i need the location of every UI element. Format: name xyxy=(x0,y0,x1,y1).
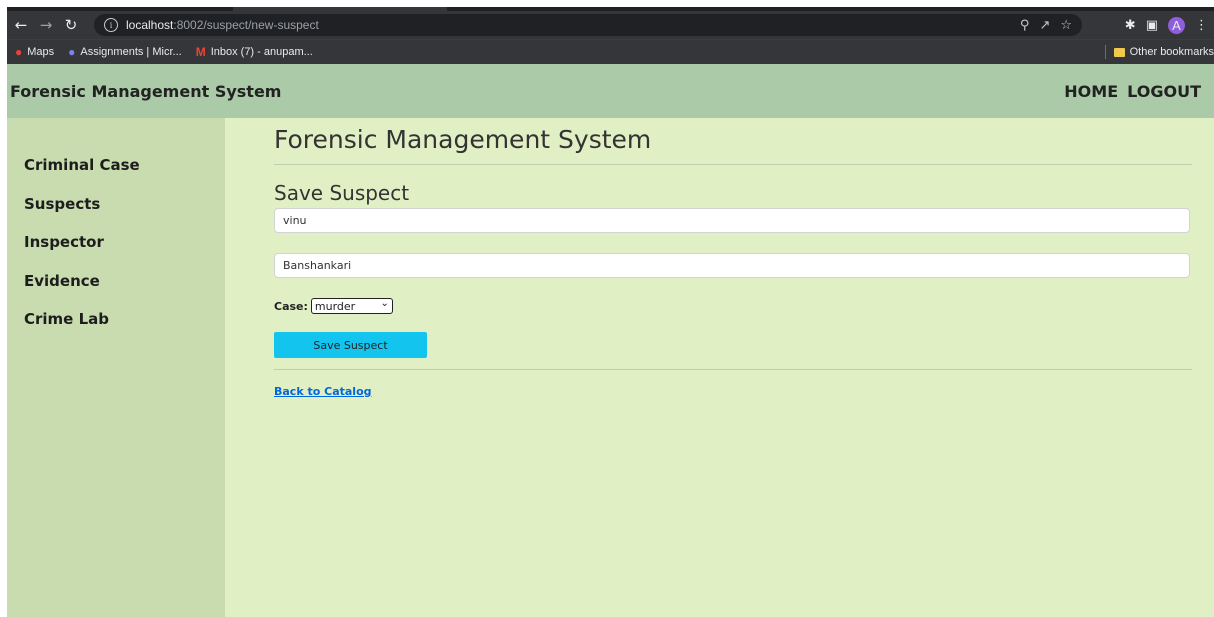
bookmark-maps[interactable]: ● Maps xyxy=(15,45,54,59)
sidebar-menu: Criminal Case Suspects Inspector Evidenc… xyxy=(24,156,140,349)
bookmark-label: Assignments | Micr... xyxy=(80,46,182,58)
browser-window: ← → ↻ i localhost:8002/suspect/new-suspe… xyxy=(7,7,1214,617)
bookmark-separator xyxy=(1104,45,1106,59)
browser-toolbar: ← → ↻ i localhost:8002/suspect/new-suspe… xyxy=(7,11,1214,39)
back-arrow-icon[interactable]: ← xyxy=(10,14,32,36)
case-label: Case: xyxy=(274,299,308,313)
bookmark-inbox[interactable]: M Inbox (7) - anupam... xyxy=(196,45,313,59)
sidebar-item-criminal-case[interactable]: Criminal Case xyxy=(24,156,140,195)
folder-icon xyxy=(1113,47,1125,57)
url-text: localhost:8002/suspect/new-suspect xyxy=(126,18,319,32)
sidebar-item-evidence[interactable]: Evidence xyxy=(24,272,140,311)
url-path: :8002/suspect/new-suspect xyxy=(173,18,319,32)
site-brand[interactable]: Forensic Management System xyxy=(10,82,281,101)
divider xyxy=(274,369,1192,370)
web-page: Forensic Management System HOME LOGOUT C… xyxy=(7,64,1214,617)
teams-icon: ● xyxy=(68,45,76,59)
site-info-icon[interactable]: i xyxy=(104,18,118,32)
other-bookmarks-label: Other bookmarks xyxy=(1129,46,1214,58)
bookmark-star-icon[interactable]: ☆ xyxy=(1060,18,1072,33)
suspect-name-input[interactable] xyxy=(274,208,1190,233)
bookmark-label: Inbox (7) - anupam... xyxy=(210,46,313,58)
zoom-icon[interactable]: ⚲ xyxy=(1020,18,1030,33)
form-title: Save Suspect xyxy=(274,181,410,205)
menu-kebab-icon[interactable]: ⋮ xyxy=(1195,18,1208,33)
forward-arrow-icon[interactable]: → xyxy=(35,14,57,36)
url-host: localhost xyxy=(126,18,174,32)
save-suspect-button[interactable]: Save Suspect xyxy=(274,332,427,358)
address-bar[interactable]: i localhost:8002/suspect/new-suspect ⚲ ↗… xyxy=(94,14,1082,36)
header-nav: HOME LOGOUT xyxy=(1055,82,1201,101)
bookmark-label: Maps xyxy=(27,46,55,58)
nav-home-link[interactable]: HOME xyxy=(1064,82,1118,101)
case-row: Case: murder ⌄ xyxy=(274,298,393,314)
sidebar-item-crime-lab[interactable]: Crime Lab xyxy=(24,310,140,349)
side-panel-icon[interactable]: ▣ xyxy=(1146,18,1158,33)
suspect-address-input[interactable] xyxy=(274,253,1190,278)
site-header: Forensic Management System HOME LOGOUT xyxy=(7,64,1214,118)
case-select[interactable]: murder ⌄ xyxy=(310,298,393,314)
extensions-icon[interactable]: ✱ xyxy=(1125,18,1136,33)
maps-icon: ● xyxy=(15,45,23,59)
sidebar-item-inspector[interactable]: Inspector xyxy=(24,233,140,272)
divider xyxy=(274,164,1192,165)
sidebar-item-suspects[interactable]: Suspects xyxy=(24,195,140,234)
chevron-down-icon: ⌄ xyxy=(380,298,389,309)
share-icon[interactable]: ↗ xyxy=(1039,18,1050,33)
toolbar-actions: ✱ ▣ A ⋮ xyxy=(1115,14,1208,36)
case-selected-value: murder xyxy=(314,299,356,313)
back-to-catalog-link[interactable]: Back to Catalog xyxy=(274,385,372,398)
bookmarks-bar: ● Maps ● Assignments | Micr... M Inbox (7) … xyxy=(7,39,1214,64)
omnibox-icons: ⚲ ↗ ☆ xyxy=(1020,14,1082,36)
sidebar: Criminal Case Suspects Inspector Evidenc… xyxy=(7,118,225,617)
other-bookmarks[interactable]: Other bookmarks xyxy=(1104,40,1214,64)
bookmark-assignments[interactable]: ● Assignments | Micr... xyxy=(68,45,182,59)
gmail-icon: M xyxy=(195,45,206,59)
page-title: Forensic Management System xyxy=(274,125,652,154)
nav-logout-link[interactable]: LOGOUT xyxy=(1127,82,1201,101)
profile-avatar[interactable]: A xyxy=(1168,16,1185,34)
reload-icon[interactable]: ↻ xyxy=(60,14,82,36)
